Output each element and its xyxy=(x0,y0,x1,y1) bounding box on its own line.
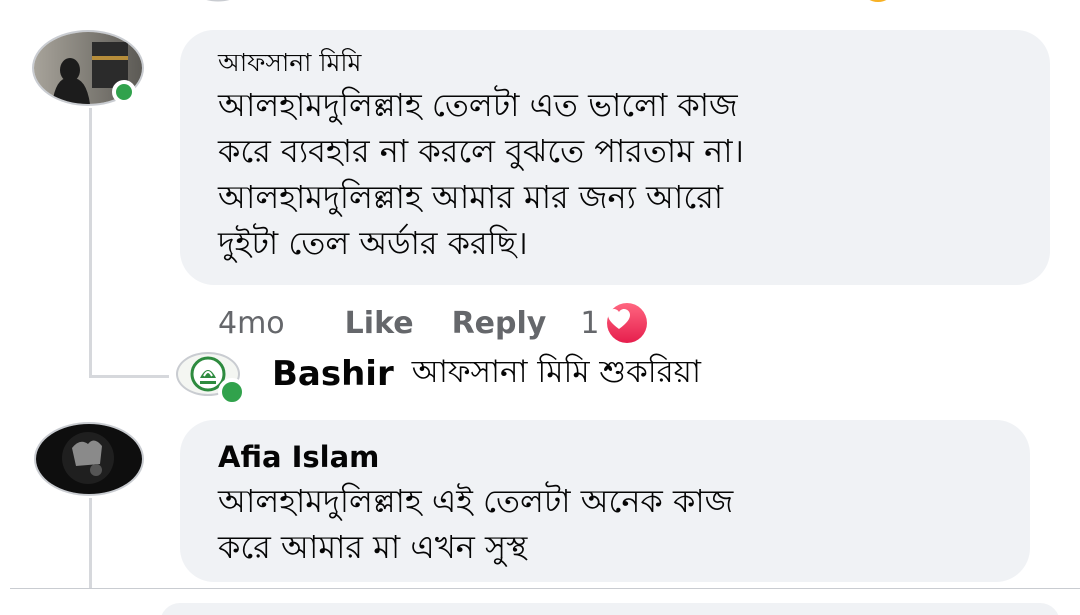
divider xyxy=(10,588,1080,589)
comment-text: আলহামদুলিল্লাহ এই তেলটা অনেক কাজ করে আমা… xyxy=(218,482,734,566)
next-comment-bubble[interactable] xyxy=(160,603,1060,615)
comment-bubble[interactable]: Afia Islam আলহামদুলিল্লাহ এই তেলটা অনেক … xyxy=(180,420,1030,582)
comment-actions: 4mo Like Reply 1 xyxy=(218,303,648,343)
reaction-icons-fragment xyxy=(860,0,1030,6)
comment-timestamp[interactable]: 4mo xyxy=(218,306,285,341)
thread-line-vertical-2 xyxy=(89,498,92,588)
thread-line-horizontal xyxy=(89,375,169,378)
reply-author[interactable]: Bashir xyxy=(272,354,394,394)
comment-bubble[interactable]: আফসানা মিমি আলহামদুলিল্লাহ তেলটা এত ভালো… xyxy=(180,30,1050,285)
avatar-fragment-top xyxy=(188,0,248,6)
reply-text: আফসানা মিমি শুকরিয়া xyxy=(411,354,701,390)
reply-button[interactable]: Reply xyxy=(452,306,547,341)
comment-text: আলহামদুলিল্লাহ তেলটা এত ভালো কাজ করে ব্য… xyxy=(218,86,744,262)
profile-photo-icon xyxy=(36,424,142,494)
love-icon[interactable] xyxy=(607,303,648,343)
online-status-dot xyxy=(112,80,136,104)
comment-author[interactable]: Afia Islam xyxy=(218,440,1030,474)
comment-author[interactable]: আফসানা মিমি xyxy=(218,46,1050,80)
like-button[interactable]: Like xyxy=(345,306,414,341)
avatar[interactable] xyxy=(34,422,144,496)
reply-row: Bashir আফসানা মিমি শুকরিয়া xyxy=(272,352,701,396)
online-status-dot xyxy=(218,378,246,406)
thread-line-vertical xyxy=(89,108,92,378)
reaction-count[interactable]: 1 xyxy=(580,306,599,341)
